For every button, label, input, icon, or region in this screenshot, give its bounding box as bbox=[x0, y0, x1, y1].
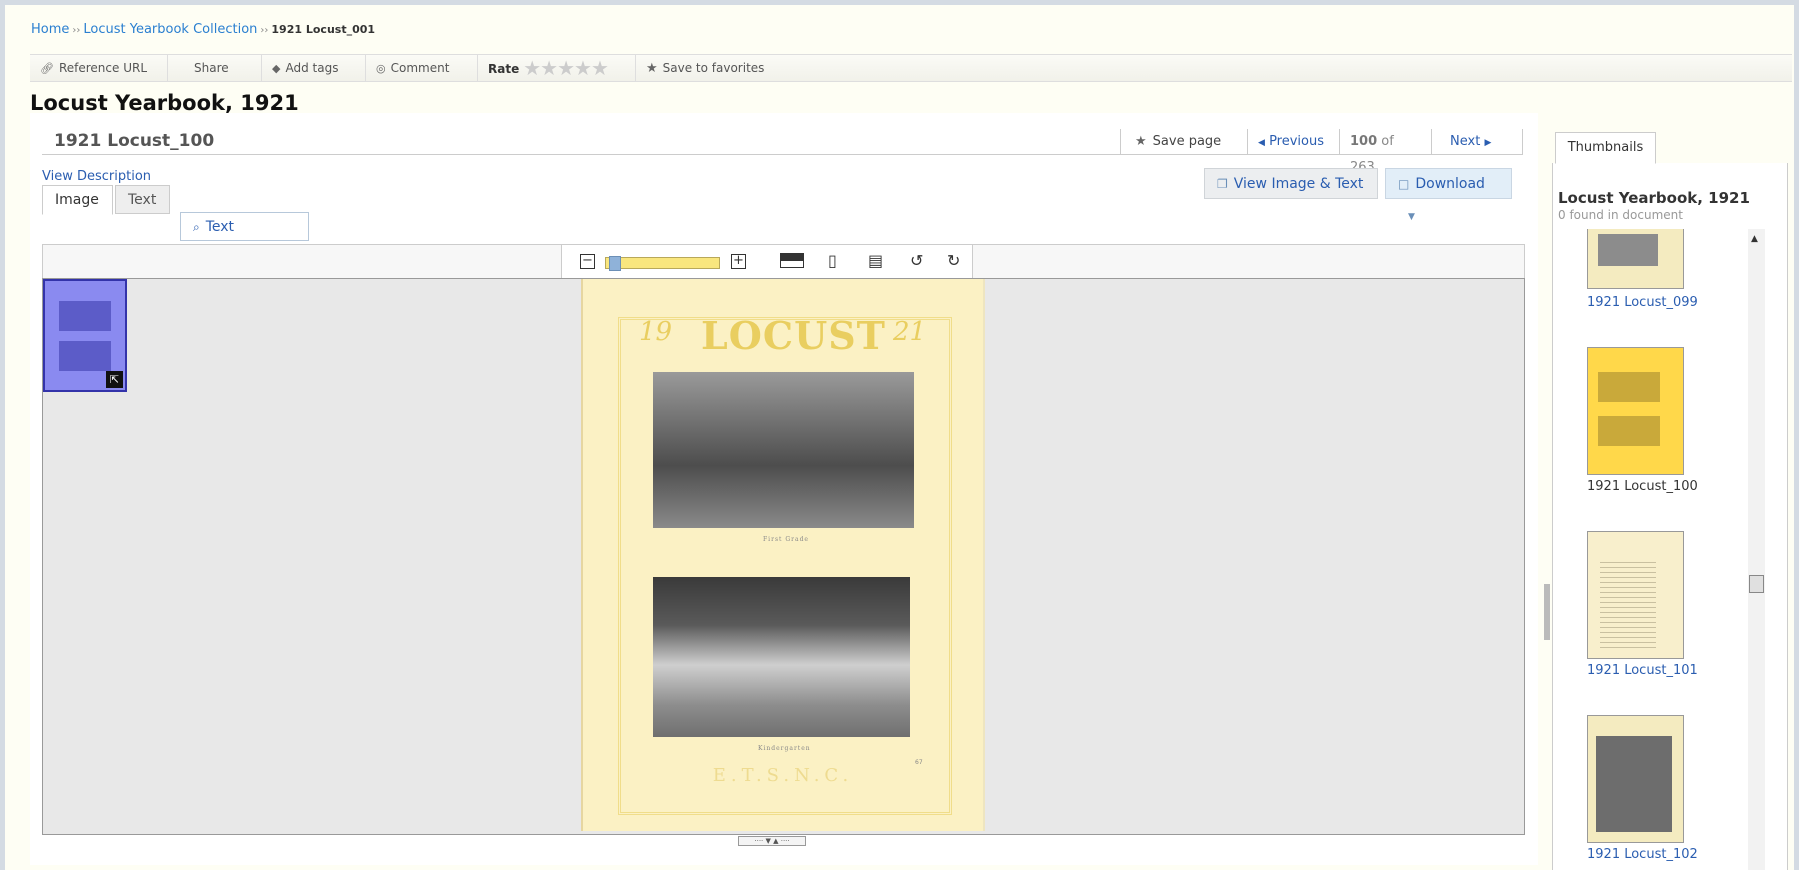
thumbnail-text-lines bbox=[1600, 558, 1656, 648]
previous-button[interactable]: ◀ Previous bbox=[1247, 129, 1339, 155]
thumbnail-photo bbox=[1598, 372, 1660, 402]
thumbnail-photo bbox=[1596, 736, 1672, 832]
rotate-left-icon[interactable]: ↺ bbox=[910, 252, 923, 270]
view-image-text-button[interactable]: ❐ View Image & Text bbox=[1204, 168, 1378, 199]
star-icon: ★ bbox=[1135, 134, 1147, 149]
add-tags-label: Add tags bbox=[285, 61, 339, 75]
page-counter: 100 of 263 bbox=[1339, 129, 1431, 175]
scan-caption: Kindergarten bbox=[758, 745, 811, 752]
thumbnail-label[interactable]: 1921 Locust_100 bbox=[1587, 479, 1698, 494]
scrollbar-thumb[interactable] bbox=[1749, 575, 1764, 593]
thumbnails-list: 1921 Locust_099 1921 Locust_100 1921 Loc… bbox=[1553, 229, 1787, 870]
thumbnail-label[interactable]: 1921 Locust_102 bbox=[1587, 847, 1698, 862]
scan-heading: LOCUST bbox=[701, 313, 886, 358]
breadcrumb-home[interactable]: Home bbox=[31, 22, 69, 37]
minimap[interactable]: ⇱ bbox=[43, 279, 127, 392]
save-favorites-button[interactable]: ★ Save to favorites bbox=[636, 55, 796, 82]
page-header: 1921 Locust_100 ★ Save page ◀ Previous 10… bbox=[42, 129, 1523, 175]
tab-text[interactable]: Text bbox=[115, 185, 170, 214]
breadcrumb-collection[interactable]: Locust Yearbook Collection bbox=[83, 22, 257, 37]
contrast-icon[interactable] bbox=[780, 253, 804, 268]
zoom-in-icon[interactable]: + bbox=[731, 254, 746, 269]
window-icon: ❐ bbox=[1217, 177, 1228, 191]
caret-down-icon: ▼ bbox=[1408, 212, 1415, 222]
breadcrumb: Home ›› Locust Yearbook Collection ›› 1921 L… bbox=[31, 22, 375, 37]
reference-url-button[interactable]: 🔗︎ Reference URL bbox=[30, 55, 168, 82]
image-tools: − + ▯ ▤ ↺ ↻ bbox=[561, 245, 973, 279]
share-label: Share bbox=[194, 61, 229, 75]
tag-icon: ◆ bbox=[272, 62, 281, 75]
thumbnails-found-count: 0 found in document bbox=[1558, 208, 1683, 222]
breadcrumb-current: 1921 Locust_001 bbox=[271, 23, 376, 36]
scroll-up-icon[interactable]: ▲ bbox=[1751, 234, 1758, 244]
tab-thumbnails[interactable]: Thumbnails bbox=[1555, 132, 1656, 164]
scan-caption: First Grade bbox=[763, 536, 809, 543]
scan-photo-kindergarten bbox=[653, 577, 910, 737]
image-toolbar: − + ▯ ▤ ↺ ↻ bbox=[42, 244, 1525, 279]
save-page-label: Save page bbox=[1152, 134, 1222, 149]
next-label: Next bbox=[1450, 134, 1481, 149]
fit-page-icon[interactable]: ▯ bbox=[828, 252, 837, 270]
share-button[interactable]: Share bbox=[168, 55, 262, 82]
thumbnail-image-current[interactable] bbox=[1587, 347, 1684, 475]
reference-url-label: Reference URL bbox=[58, 61, 148, 75]
thumbnail-photo bbox=[1598, 416, 1660, 446]
page-scan-image: 19 LOCUST 21 First Grade Kindergarten 67… bbox=[581, 279, 985, 831]
scan-year-left: 19 bbox=[639, 317, 673, 347]
minimap-photo bbox=[59, 341, 111, 371]
download-button[interactable]: □ Download ▼ bbox=[1385, 168, 1512, 222]
minimap-photo bbox=[59, 301, 111, 331]
comment-icon: ◎ bbox=[376, 62, 386, 75]
arrow-left-icon: ◀ bbox=[1258, 138, 1265, 148]
page-name: 1921 Locust_100 bbox=[54, 131, 215, 151]
zoom-out-icon[interactable]: − bbox=[580, 254, 595, 269]
thumbnail-label[interactable]: 1921 Locust_101 bbox=[1587, 663, 1698, 678]
zoom-slider-knob[interactable] bbox=[609, 256, 621, 271]
collapse-minimap-icon[interactable]: ⇱ bbox=[106, 371, 123, 388]
previous-label: Previous bbox=[1269, 134, 1325, 149]
thumbnail-image[interactable] bbox=[1587, 715, 1684, 843]
comment-button[interactable]: ◎ Comment bbox=[366, 55, 478, 82]
current-page: 100 bbox=[1350, 134, 1378, 149]
view-image-text-label: View Image & Text bbox=[1233, 176, 1364, 192]
save-favorites-label: Save to favorites bbox=[662, 61, 765, 75]
thumbnails-panel: Locust Yearbook, 1921 0 found in documen… bbox=[1552, 163, 1788, 870]
scan-photo-first-grade bbox=[653, 372, 914, 528]
action-bar: 🔗︎ Reference URL Share ◆ Add tags ◎ Comment… bbox=[30, 54, 1792, 82]
add-tags-button[interactable]: ◆ Add tags bbox=[262, 55, 366, 82]
panel-splitter[interactable] bbox=[1544, 584, 1550, 640]
thumbnail-image[interactable] bbox=[1587, 229, 1684, 289]
star-icon: ★ bbox=[646, 61, 658, 76]
save-page-button[interactable]: ★ Save page bbox=[1120, 129, 1247, 155]
download-label: Download bbox=[1415, 176, 1485, 192]
scan-footer: E.T.S.N.C. bbox=[712, 765, 854, 786]
breadcrumb-separator: ›› bbox=[260, 25, 269, 36]
thumbnail-photo bbox=[1598, 234, 1658, 266]
search-icon: ⌕ bbox=[193, 220, 200, 234]
breadcrumb-separator: ›› bbox=[72, 25, 81, 36]
of-label: of bbox=[1381, 134, 1394, 149]
comment-label: Comment bbox=[390, 61, 450, 75]
image-canvas[interactable]: ⇱ 19 LOCUST 21 First Grade Kindergarten … bbox=[42, 278, 1525, 835]
text-search-button[interactable]: ⌕Text Search... bbox=[180, 212, 309, 263]
document-icon: □ bbox=[1398, 177, 1410, 191]
scan-year-right: 21 bbox=[893, 317, 927, 347]
rotate-right-icon[interactable]: ↻ bbox=[947, 252, 960, 270]
document-title: Locust Yearbook, 1921 bbox=[30, 91, 299, 115]
arrow-right-icon: ▶ bbox=[1484, 138, 1492, 148]
rate-widget: Rate ★★★★★ bbox=[478, 55, 636, 82]
rate-label: Rate bbox=[488, 62, 520, 76]
view-description-link[interactable]: View Description bbox=[42, 169, 151, 184]
zoom-slider[interactable] bbox=[605, 256, 720, 271]
resize-handle[interactable]: ···· ▼ ▲ ···· bbox=[738, 836, 806, 846]
fit-width-icon[interactable]: ▤ bbox=[868, 252, 883, 270]
thumbnails-title: Locust Yearbook, 1921 bbox=[1558, 189, 1750, 207]
next-button[interactable]: Next ▶ bbox=[1431, 129, 1523, 155]
rating-stars[interactable]: ★★★★★ bbox=[523, 56, 609, 80]
tab-image[interactable]: Image bbox=[42, 185, 113, 215]
thumbnail-image[interactable] bbox=[1587, 531, 1684, 659]
link-icon: 🔗︎ bbox=[40, 62, 54, 75]
thumbnails-scrollbar[interactable]: ▲ bbox=[1748, 229, 1765, 870]
thumbnail-label[interactable]: 1921 Locust_099 bbox=[1587, 295, 1698, 310]
